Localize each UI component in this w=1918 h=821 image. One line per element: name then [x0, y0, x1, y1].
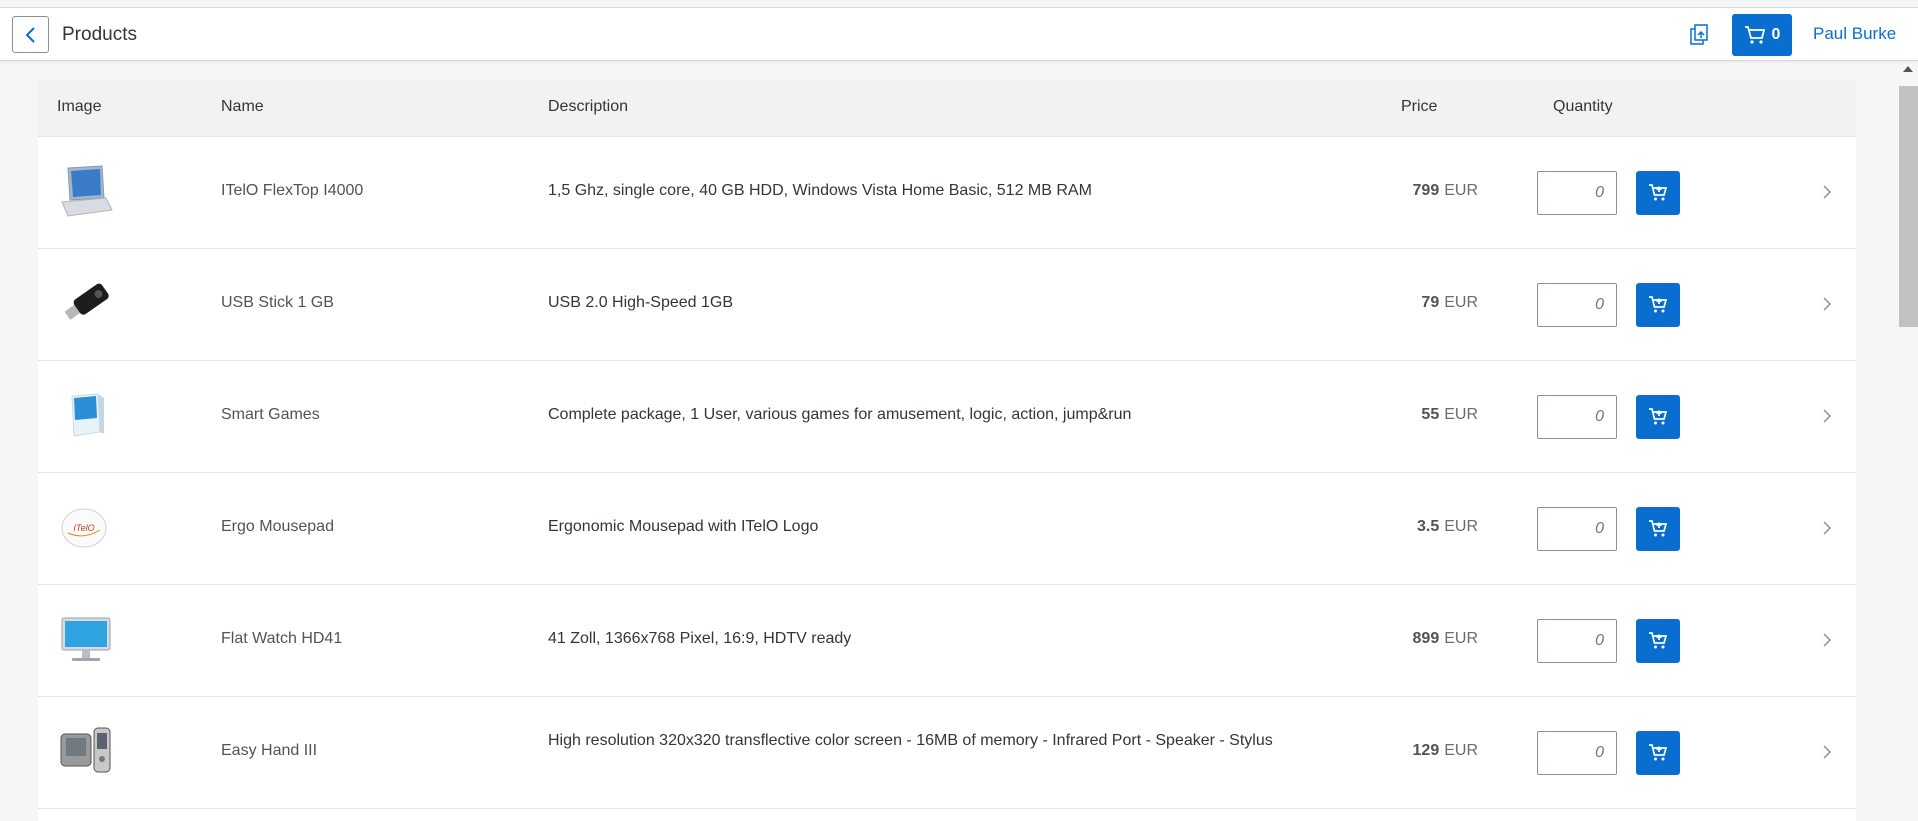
add-to-cart-button[interactable]	[1636, 731, 1680, 775]
cart-count: 0	[1771, 26, 1781, 43]
price-value: 799	[1412, 182, 1440, 199]
add-to-cart-button[interactable]	[1636, 507, 1680, 551]
add-to-cart-button[interactable]	[1636, 171, 1680, 215]
add-to-cart-button[interactable]	[1636, 395, 1680, 439]
cart-icon	[1744, 26, 1765, 44]
product-description: 1,5 Ghz, single core, 40 GB HDD, Windows…	[548, 182, 1092, 199]
product-name: Ergo Mousepad	[221, 518, 334, 535]
price-value: 79	[1421, 294, 1440, 311]
product-price: 799 EUR	[1278, 182, 1478, 200]
product-price: 55 EUR	[1278, 406, 1478, 424]
scroll-thumb[interactable]	[1899, 86, 1918, 327]
vertical-scrollbar[interactable]	[1897, 64, 1918, 817]
share-button[interactable]	[1686, 22, 1712, 48]
scroll-up-arrow-icon[interactable]	[1903, 66, 1913, 72]
add-to-cart-button[interactable]	[1636, 619, 1680, 663]
product-name: ITelO FlexTop I4000	[221, 182, 364, 199]
quantity-input[interactable]	[1537, 283, 1617, 327]
column-header-quantity: Quantity	[1553, 98, 1613, 115]
product-image-software-box	[58, 388, 114, 444]
product-price: 899 EUR	[1278, 630, 1478, 648]
product-price: 79 EUR	[1278, 294, 1478, 312]
shell-header: Products 0 Paul Burke	[0, 7, 1918, 61]
price-value: 899	[1412, 630, 1440, 647]
product-name: Smart Games	[221, 406, 320, 423]
column-header-name: Name	[221, 98, 264, 115]
price-value: 55	[1421, 406, 1440, 423]
add-to-cart-icon	[1649, 744, 1668, 761]
product-price: 3.5 EUR	[1278, 518, 1478, 536]
price-currency: EUR	[1444, 630, 1478, 647]
product-name: Flat Watch HD41	[221, 630, 343, 647]
product-description: High resolution 320x320 transflective co…	[548, 732, 1273, 749]
price-currency: EUR	[1444, 294, 1478, 311]
chevron-right-icon	[1823, 185, 1831, 199]
product-image-mousepad: ITelO	[58, 500, 114, 556]
table-row[interactable]: USB Stick 1 GB USB 2.0 High-Speed 1GB 79…	[38, 249, 1856, 361]
price-currency: EUR	[1444, 406, 1478, 423]
user-name-link[interactable]: Paul Burke	[1813, 24, 1896, 44]
product-image-handheld	[58, 724, 114, 780]
column-header-image: Image	[57, 98, 102, 115]
product-description: Complete package, 1 User, various games …	[548, 406, 1132, 423]
product-description: 41 Zoll, 1366x768 Pixel, 16:9, HDTV read…	[548, 630, 852, 647]
table-row[interactable]: Smart Games Complete package, 1 User, va…	[38, 361, 1856, 473]
back-button[interactable]	[12, 16, 49, 53]
price-currency: EUR	[1444, 518, 1478, 535]
quantity-input[interactable]	[1537, 731, 1617, 775]
price-currency: EUR	[1444, 742, 1478, 759]
product-name: Easy Hand III	[221, 742, 318, 759]
product-description: USB 2.0 High-Speed 1GB	[548, 294, 733, 311]
add-to-cart-button[interactable]	[1636, 283, 1680, 327]
chevron-right-icon	[1823, 297, 1831, 311]
product-price: 129 EUR	[1278, 742, 1478, 760]
price-value: 3.5	[1416, 518, 1440, 535]
add-to-cart-icon	[1649, 184, 1668, 201]
table-row[interactable]: Flat Watch HD41 41 Zoll, 1366x768 Pixel,…	[38, 585, 1856, 697]
chevron-left-icon	[25, 26, 35, 43]
products-table: Image Name Description Price Quantity IT…	[38, 81, 1856, 821]
product-image-monitor	[58, 612, 114, 668]
column-header-price: Price	[1401, 98, 1438, 115]
add-to-cart-icon	[1649, 632, 1668, 649]
column-header-description: Description	[548, 98, 629, 115]
add-to-cart-icon	[1649, 408, 1668, 425]
product-image-usb-stick	[58, 276, 114, 332]
chevron-right-icon	[1823, 633, 1831, 647]
chevron-right-icon	[1823, 521, 1831, 535]
quantity-input[interactable]	[1537, 171, 1617, 215]
price-currency: EUR	[1444, 182, 1478, 199]
price-value: 129	[1412, 742, 1440, 759]
page-title: Products	[62, 24, 137, 45]
table-header-row: Image Name Description Price Quantity	[38, 81, 1856, 137]
add-to-cart-icon	[1649, 520, 1668, 537]
quantity-input[interactable]	[1537, 507, 1617, 551]
add-to-cart-icon	[1649, 296, 1668, 313]
table-row[interactable]: Easy Hand III High resolution 320x320 tr…	[38, 697, 1856, 809]
cart-button[interactable]: 0	[1732, 14, 1792, 56]
chevron-right-icon	[1823, 745, 1831, 759]
quantity-input[interactable]	[1537, 395, 1617, 439]
share-icon	[1690, 24, 1708, 45]
table-row[interactable]: ITelO Ergo Mousepad Ergonomic Mousepad w…	[38, 473, 1856, 585]
table-row[interactable]: ITelO FlexTop I4000 1,5 Ghz, single core…	[38, 137, 1856, 249]
chevron-right-icon	[1823, 409, 1831, 423]
product-image-laptop	[58, 164, 114, 220]
product-description: Ergonomic Mousepad with ITelO Logo	[548, 518, 819, 535]
quantity-input[interactable]	[1537, 619, 1617, 663]
mousepad-logo-text: ITelO	[73, 523, 94, 533]
product-name: USB Stick 1 GB	[221, 294, 334, 311]
